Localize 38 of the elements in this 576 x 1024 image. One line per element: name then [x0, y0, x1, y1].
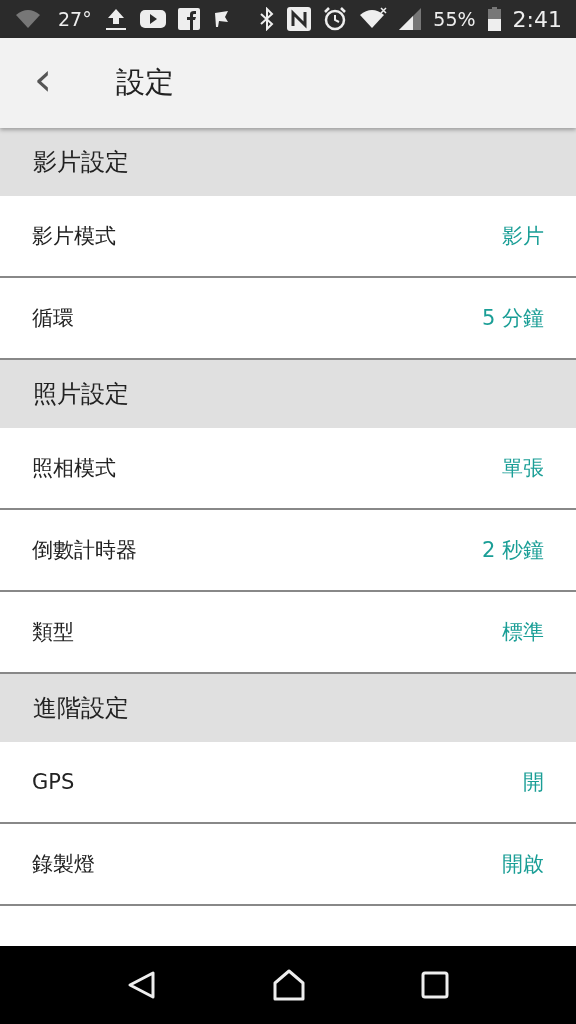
- setting-label: 類型: [32, 619, 74, 646]
- setting-label: 影片模式: [32, 223, 116, 250]
- setting-row[interactable]: GPS 開: [0, 742, 576, 824]
- temperature: 27°: [58, 8, 92, 30]
- setting-value: 標準: [502, 619, 544, 646]
- setting-value: 5 分鐘: [481, 305, 544, 332]
- setting-label: 循環: [32, 305, 74, 332]
- alarm-icon: [323, 7, 348, 31]
- setting-label: GPS: [32, 770, 75, 794]
- recent-apps-icon[interactable]: [420, 971, 449, 999]
- setting-value: 開啟: [502, 851, 544, 878]
- setting-value: 單張: [502, 455, 544, 482]
- home-icon[interactable]: [272, 969, 306, 1001]
- facebook-icon: [177, 8, 200, 30]
- setting-value: 影片: [502, 223, 544, 250]
- setting-label: 照相模式: [32, 455, 116, 482]
- setting-row[interactable]: 錄製燈 開啟: [0, 824, 576, 906]
- signal-icon: [399, 8, 422, 30]
- back-button[interactable]: ‹: [0, 52, 86, 114]
- clock: 2:41: [512, 6, 562, 32]
- section-header: 影片設定: [33, 147, 129, 178]
- setting-label: 倒數計時器: [32, 537, 137, 564]
- section-header: 照片設定: [33, 379, 129, 410]
- page-title: 設定: [116, 64, 174, 101]
- section-header: 進階設定: [33, 693, 129, 724]
- setting-row[interactable]: 倒數計時器 2 秒鐘: [0, 510, 576, 592]
- battery-percent: 55%: [433, 8, 476, 30]
- setting-label: 錄製燈: [32, 851, 95, 878]
- setting-value: 開: [523, 769, 544, 796]
- setting-row[interactable]: 影片模式 影片: [0, 196, 576, 278]
- nfc-icon: [287, 7, 312, 31]
- play-icon: [139, 9, 166, 29]
- setting-row[interactable]: 照相模式 單張: [0, 428, 576, 510]
- bluetooth-icon: [259, 7, 276, 31]
- upload-icon: [103, 7, 128, 31]
- setting-value: 2 秒鐘: [481, 537, 544, 564]
- back-nav-icon[interactable]: [127, 970, 158, 1000]
- battery-icon: [487, 7, 501, 31]
